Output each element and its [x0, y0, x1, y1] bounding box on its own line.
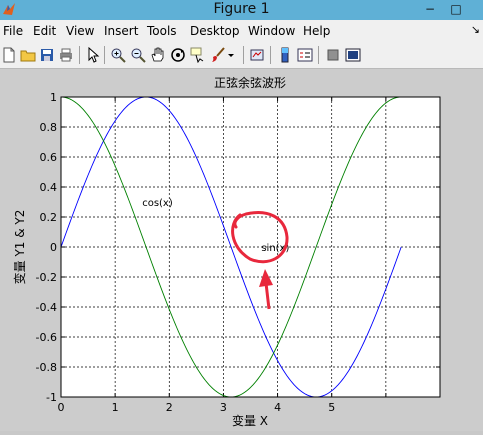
figure-toolbar [0, 42, 483, 69]
figure-window: Figure 1 − □ File Edit View Insert Tools… [0, 0, 483, 431]
y-axis-label: 变量 Y1 & Y2 [12, 210, 27, 285]
toolbar-separator [243, 46, 244, 64]
figure-canvas: 0 1 2 3 4 5 -1 -0.8 -0.6 -0.4 -0.2 0 0.2 0.4 0.6 0.8 1 正… [0, 69, 483, 431]
insert-legend-icon[interactable] [297, 47, 313, 63]
toolbar-separator [270, 46, 271, 64]
toolbar-separator [104, 46, 105, 64]
menu-desktop[interactable]: Desktop [190, 24, 240, 38]
y-tick-label: 0 [50, 241, 57, 254]
y-tick-label: -0.6 [36, 331, 57, 344]
brush-dropdown-icon[interactable] [226, 47, 236, 63]
insert-colorbar-icon[interactable] [277, 47, 293, 63]
toolbar-separator [318, 46, 319, 64]
toolbar-separator [79, 46, 80, 64]
menu-help[interactable]: Help [303, 24, 330, 38]
menu-bar: File Edit View Insert Tools Desktop Wind… [0, 20, 483, 42]
y-tick-label: 0.4 [40, 181, 58, 194]
pan-hand-icon[interactable] [150, 47, 166, 63]
y-tick-label: 0.8 [40, 121, 58, 134]
menu-file[interactable]: File [3, 24, 23, 38]
data-cursor-icon[interactable] [190, 47, 206, 63]
rotate-3d-icon[interactable] [170, 47, 186, 63]
menu-window[interactable]: Window [248, 24, 295, 38]
x-tick-label: 4 [274, 401, 281, 414]
annotation-label: cos(x) [142, 198, 173, 209]
menu-dock-arrow-icon[interactable]: ↘ [471, 23, 480, 36]
title-bar[interactable]: Figure 1 − □ [0, 0, 483, 20]
x-tick-label: 0 [58, 401, 65, 414]
y-tick-label: -1 [46, 391, 57, 404]
y-tick-label: -0.2 [36, 271, 57, 284]
brush-icon[interactable] [210, 47, 226, 63]
menu-edit[interactable]: Edit [33, 24, 56, 38]
y-tick-label: 1 [50, 91, 57, 104]
y-tick-label: -0.8 [36, 361, 57, 374]
menu-view[interactable]: View [66, 24, 94, 38]
zoom-out-icon[interactable] [130, 47, 146, 63]
x-tick-label: 2 [166, 401, 173, 414]
open-file-icon[interactable] [20, 47, 36, 63]
show-plot-tools-icon[interactable] [345, 47, 361, 63]
plot-svg: 0 1 2 3 4 5 -1 -0.8 -0.6 -0.4 -0.2 0 0.2 0.4 0.6 0.8 1 正… [12, 75, 441, 428]
menu-insert[interactable]: Insert [104, 24, 138, 38]
save-figure-icon[interactable] [39, 47, 55, 63]
y-tick-label: 0.6 [40, 151, 58, 164]
x-tick-label: 5 [328, 401, 335, 414]
edit-plot-arrow-icon[interactable] [85, 47, 101, 63]
y-tick-label: 0.2 [40, 211, 58, 224]
maximize-button[interactable]: □ [446, 1, 466, 17]
x-axis-label: 变量 X [232, 413, 268, 428]
x-tick-label: 1 [112, 401, 119, 414]
link-plot-icon[interactable] [249, 47, 265, 63]
zoom-in-icon[interactable] [110, 47, 126, 63]
minimize-button[interactable]: − [420, 1, 440, 17]
menu-tools[interactable]: Tools [147, 24, 177, 38]
window-title: Figure 1 [213, 1, 270, 17]
new-figure-icon[interactable] [1, 47, 17, 63]
chart-title: 正弦余弦波形 [214, 75, 286, 90]
x-tick-label: 3 [220, 401, 227, 414]
print-figure-icon[interactable] [58, 47, 74, 63]
y-tick-label: -0.4 [36, 301, 57, 314]
hide-plot-tools-icon[interactable] [325, 47, 341, 63]
